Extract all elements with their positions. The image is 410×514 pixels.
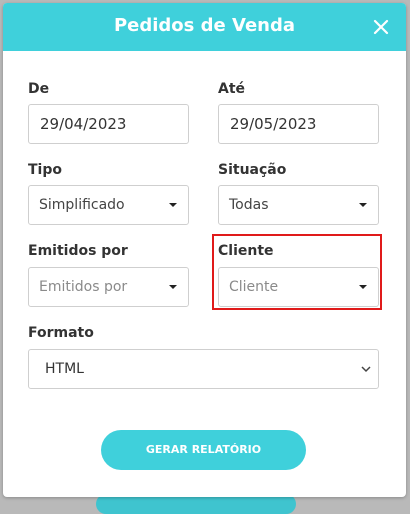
emitidos-por-select[interactable]: Emitidos por: [28, 267, 189, 307]
caret-down-icon: [169, 285, 177, 289]
tipo-label: Tipo: [28, 162, 62, 178]
modal-title: Pedidos de Venda: [113, 15, 296, 36]
formato-selected-value: HTML: [45, 361, 84, 377]
caret-down-icon: [359, 203, 367, 207]
close-button[interactable]: [370, 16, 392, 38]
formato-label: Formato: [28, 325, 94, 341]
ate-label: Até: [218, 81, 246, 97]
emitidos-por-placeholder: Emitidos por: [39, 279, 128, 295]
situacao-selected-value: Todas: [229, 197, 269, 213]
cliente-highlight-box: [212, 234, 382, 310]
caret-down-icon: [169, 203, 177, 207]
ate-date-input[interactable]: 29/05/2023: [218, 104, 379, 144]
tipo-selected-value: Simplificado: [39, 197, 125, 213]
chevron-down-icon: [361, 366, 371, 373]
tipo-select[interactable]: Simplificado: [28, 185, 189, 225]
de-label: De: [28, 81, 50, 97]
de-date-input[interactable]: 29/04/2023: [28, 104, 189, 144]
emitidos-por-label: Emitidos por: [28, 243, 128, 259]
situacao-label: Situação: [218, 162, 287, 178]
situacao-select[interactable]: Todas: [218, 185, 379, 225]
formato-select[interactable]: HTML: [28, 349, 379, 389]
close-icon: [373, 19, 389, 35]
background-button: [96, 494, 296, 514]
generate-report-button[interactable]: GERAR RELATÓRIO: [101, 430, 306, 470]
